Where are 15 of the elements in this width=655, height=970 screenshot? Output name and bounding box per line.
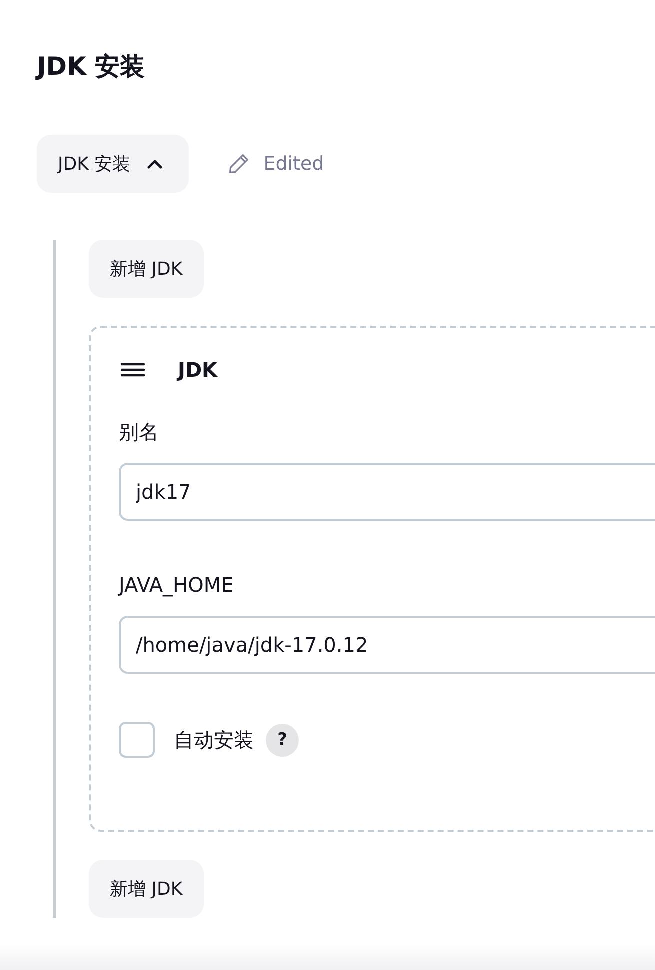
field-label: JAVA_HOME	[119, 572, 234, 599]
pencil-icon	[228, 153, 250, 175]
section-toggle-button[interactable]: JDK 安装	[37, 135, 189, 193]
card-title: JDK	[178, 358, 218, 382]
help-button[interactable]: ?	[266, 724, 299, 756]
edited-status: Edited	[264, 153, 324, 175]
field-label: 别名	[119, 419, 159, 446]
input-field[interactable]: /home/java/jdk-17.0.12	[119, 616, 655, 674]
input-field[interactable]: jdk17	[119, 463, 655, 521]
drag-handle-icon[interactable]	[121, 363, 145, 377]
add-jdk-button[interactable]: 新增 JDK	[89, 860, 204, 918]
page-title: JDK 安装	[37, 51, 146, 83]
add-jdk-button[interactable]: 新增 JDK	[89, 240, 204, 298]
checkbox-label: 自动安装	[174, 726, 254, 754]
checkbox[interactable]	[119, 722, 155, 758]
